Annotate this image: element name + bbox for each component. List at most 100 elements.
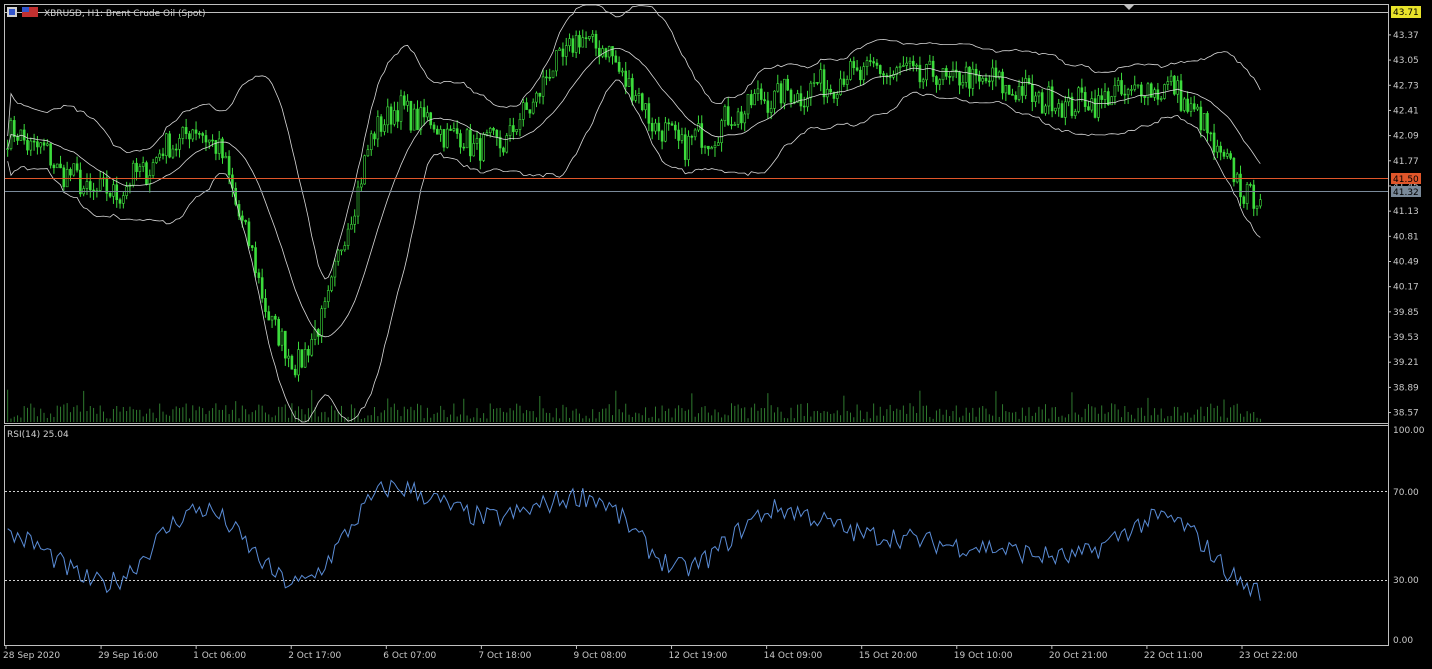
candle-body (293, 368, 297, 376)
candle-body (422, 107, 426, 118)
candle-body (171, 148, 175, 158)
candle-body (465, 129, 469, 149)
price-axis[interactable]: 43.3743.0542.7342.4142.0941.7741.4541.13… (1388, 31, 1419, 419)
time-tick-label: 9 Oct 08:00 (573, 651, 626, 661)
candle-body (207, 139, 211, 143)
candle-body (1216, 145, 1219, 153)
candle-body (419, 107, 423, 131)
time-tick-label: 2 Oct 17:00 (288, 651, 341, 661)
candle-body (1110, 96, 1113, 106)
candle-body (445, 128, 449, 148)
candle-body (978, 75, 981, 82)
candle-body (333, 260, 337, 278)
candle-body (165, 133, 168, 157)
candle-body (842, 78, 846, 85)
candle-body (1225, 153, 1229, 157)
last-badge-text: 41.32 (1393, 188, 1419, 198)
candle-body (214, 140, 218, 154)
trading-chart-window[interactable]: XBRUSD, H1: Brent Crude Oil (Spot) 43.37… (0, 0, 1432, 665)
candle-body (399, 95, 403, 122)
candle-body (92, 189, 95, 192)
candle-body (687, 136, 690, 160)
candle-body (568, 38, 571, 46)
candle-body (482, 134, 485, 161)
candle-body (479, 138, 482, 161)
price-tick-label: 39.53 (1393, 333, 1419, 343)
candle-body (707, 145, 710, 150)
candle-body (475, 138, 479, 144)
candle-body (654, 122, 657, 132)
candle-body (280, 330, 284, 346)
candle-body (1166, 81, 1170, 85)
chart-canvas[interactable]: XBRUSD, H1: Brent Crude Oil (Spot) 43.37… (0, 0, 1432, 665)
candle-body (12, 120, 16, 138)
time-tick-label: 28 Sep 2020 (3, 651, 60, 661)
shift-marker-icon[interactable] (1124, 5, 1134, 10)
candle-body (816, 82, 819, 84)
price-tick-label: 42.41 (1393, 106, 1419, 116)
candle-body (703, 145, 707, 148)
candle-body (264, 298, 267, 312)
candle-body (657, 122, 661, 132)
candle-body (783, 78, 786, 104)
candle-body (1133, 84, 1137, 90)
candle-body (819, 69, 823, 84)
candle-body (439, 129, 442, 135)
rsi-path (7, 479, 1261, 601)
candle-body (254, 247, 257, 274)
candle-body (1239, 173, 1242, 198)
candle-body (829, 88, 832, 93)
candle-body (664, 122, 667, 142)
candle-body (350, 224, 353, 230)
candle-body (204, 135, 208, 143)
candle-body (211, 139, 214, 142)
time-tick-label: 12 Oct 19:00 (669, 651, 728, 661)
candle-body (1073, 111, 1077, 116)
candle-body (1030, 83, 1034, 102)
candle-body (984, 78, 988, 82)
time-tick-label: 1 Oct 06:00 (193, 651, 246, 661)
candle-body (178, 138, 181, 150)
candle-body (201, 133, 204, 136)
time-axis[interactable]: 28 Sep 2020 29 Sep 16:00 1 Oct 06:00 2 Oct … (3, 646, 1298, 661)
time-tick-label: 19 Oct 10:00 (954, 651, 1013, 661)
candle-body (168, 133, 171, 158)
candle-body (1017, 86, 1021, 100)
candle-body (49, 143, 52, 166)
candle-body (283, 330, 287, 359)
candle-body (1163, 84, 1166, 99)
candle-body (1070, 96, 1074, 116)
candle-body (541, 76, 545, 97)
candle-body (373, 133, 376, 140)
candle-body (776, 83, 780, 92)
price-tick-label: 38.57 (1393, 409, 1419, 419)
candle-body (631, 78, 634, 101)
candle-body (1143, 95, 1146, 98)
candle-body (336, 249, 340, 262)
time-tick-label: 15 Oct 20:00 (859, 651, 918, 661)
candle-body (1097, 95, 1100, 118)
candle-body (1199, 106, 1203, 131)
candle-body (1103, 91, 1107, 100)
candle-body (85, 181, 89, 189)
candle-body (736, 111, 740, 125)
candle-body (409, 100, 413, 131)
candle-body (713, 145, 717, 148)
candle-body (865, 60, 869, 68)
price-tick-label: 39.21 (1393, 358, 1419, 368)
candle-body (518, 119, 522, 130)
candle-body (964, 66, 968, 83)
candle-body (591, 33, 594, 37)
candle-body (756, 88, 760, 95)
candle-body (270, 315, 274, 321)
candle-body (988, 80, 991, 83)
candle-body (915, 64, 918, 67)
candle-body (343, 245, 347, 251)
candle-body (69, 169, 72, 176)
candle-body (227, 156, 231, 176)
candle-body (690, 136, 694, 138)
candle-body (112, 184, 115, 197)
candle-body (224, 156, 228, 159)
time-tick-label: 29 Sep 16:00 (98, 651, 158, 661)
candle-body (155, 157, 158, 163)
